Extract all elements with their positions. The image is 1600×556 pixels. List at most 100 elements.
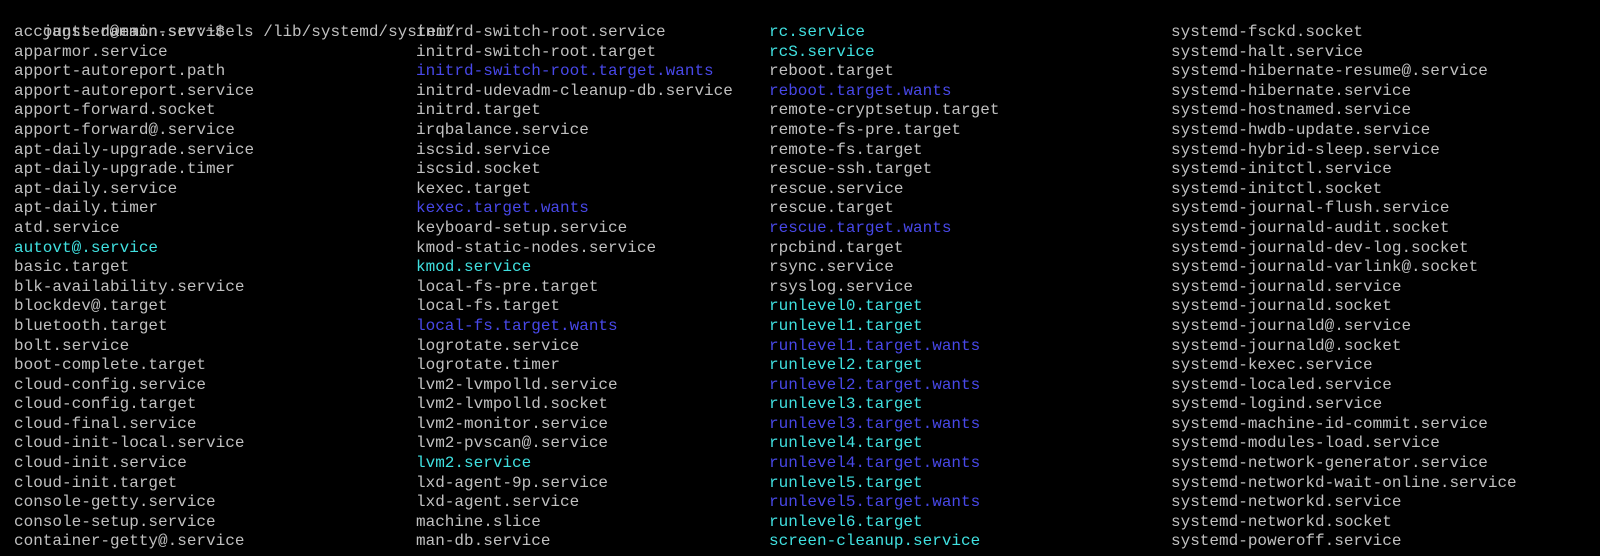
file-entry: lxd-agent.service [416,493,580,512]
file-entry: apport-forward.socket [14,101,216,120]
file-entry: systemd-poweroff.service [1171,532,1402,551]
file-entry: systemd-journald-varlink@.socket [1171,258,1479,277]
directory-entry: rescue.target.wants [769,218,952,237]
symlink-entry: kmod.service [416,258,532,277]
symlink-entry: runlevel4.target [769,434,923,453]
file-entry: console-getty.service [14,493,216,512]
file-entry: cloud-init-local.service [14,434,245,453]
file-entry: systemd-halt.service [1171,42,1364,61]
file-entry: console-setup.service [14,512,216,531]
file-entry: remote-cryptsetup.target [769,101,1000,120]
symlink-entry: autovt@.service [14,238,159,257]
file-entry: blockdev@.target [14,297,168,316]
file-entry: systemd-journald-audit.socket [1171,218,1450,237]
file-entry: cloud-config.service [14,375,207,394]
file-entry: systemd-hostnamed.service [1171,101,1412,120]
file-entry: rescue.target [769,199,894,218]
file-entry: rescue.service [769,179,904,198]
file-entry: systemd-journald.service [1171,277,1402,296]
directory-entry: local-fs.target.wants [416,316,618,335]
file-entry: cloud-init.service [14,454,187,473]
file-entry: systemd-logind.service [1171,395,1383,414]
file-entry: local-fs.target [416,297,561,316]
file-entry: container-getty@.service [14,532,245,551]
file-entry: kmod-static-nodes.service [416,238,657,257]
file-entry: iscsid.service [416,140,551,159]
file-entry: systemd-networkd.socket [1171,512,1392,531]
file-entry: apport-forward@.service [14,120,235,139]
file-entry: lxd-agent-9p.service [416,473,609,492]
symlink-entry: rc.service [769,23,866,41]
file-entry: boot-complete.target [14,356,207,375]
symlink-entry: rcS.service [769,42,875,61]
file-entry: reboot.target [769,62,894,81]
symlink-entry: runlevel6.target [769,512,923,531]
file-entry: systemd-journald.socket [1171,297,1392,316]
file-entry: systemd-hybrid-sleep.service [1171,140,1440,159]
file-entry: apt-daily.timer [14,199,159,218]
file-entry: iscsid.socket [416,160,541,179]
file-entry: kexec.target [416,179,532,198]
directory-entry: initrd-switch-root.target.wants [416,62,714,81]
listing-column-2: initrd-switch-root.service initrd-switch-… [416,23,733,552]
directory-entry: runlevel1.target.wants [769,336,981,355]
command-line: jagster@main-srv:~$ ls /lib/systemd/syst… [4,3,455,41]
file-entry: apt-daily-upgrade.timer [14,160,235,179]
file-entry: bolt.service [14,336,130,355]
file-entry: logrotate.service [416,336,580,355]
listing-column-1: accounts-daemon.service apparmor.service a… [14,23,254,552]
symlink-entry: runlevel3.target [769,395,923,414]
file-entry: logrotate.timer [416,356,561,375]
symlink-entry: runlevel5.target [769,473,923,492]
file-entry: initrd-switch-root.service [416,23,666,41]
file-entry: local-fs-pre.target [416,277,599,296]
directory-entry: runlevel2.target.wants [769,375,981,394]
directory-entry: runlevel4.target.wants [769,454,981,473]
file-entry: blk-availability.service [14,277,245,296]
file-entry: remote-fs.target [769,140,923,159]
file-entry: systemd-initctl.service [1171,160,1392,179]
file-entry: apt-daily-upgrade.service [14,140,255,159]
directory-entry: runlevel5.target.wants [769,493,981,512]
file-entry: atd.service [14,218,120,237]
file-entry: systemd-journald@.service [1171,316,1412,335]
symlink-entry: runlevel0.target [769,297,923,316]
file-entry: rsyslog.service [769,277,914,296]
file-entry: systemd-journal-flush.service [1171,199,1450,218]
listing-column-4: systemd-fsckd.socket systemd-halt.service… [1171,23,1517,552]
file-entry: apport-autoreport.service [14,81,255,100]
symlink-entry: runlevel1.target [769,316,923,335]
file-entry: systemd-network-generator.service [1171,454,1488,473]
terminal-window[interactable]: jagster@main-srv:~$ ls /lib/systemd/syst… [0,0,1600,556]
file-entry: systemd-hibernate.service [1171,81,1412,100]
file-entry: systemd-initctl.socket [1171,179,1383,198]
file-entry: systemd-modules-load.service [1171,434,1440,453]
file-entry: systemd-networkd-wait-online.service [1171,473,1517,492]
directory-entry: runlevel3.target.wants [769,414,981,433]
file-entry: systemd-localed.service [1171,375,1392,394]
file-entry: cloud-final.service [14,414,197,433]
file-entry: systemd-journald@.socket [1171,336,1402,355]
file-entry: lvm2-pvscan@.service [416,434,609,453]
file-entry: rpcbind.target [769,238,904,257]
file-entry: irqbalance.service [416,120,589,139]
file-entry: accounts-daemon.service [14,23,235,41]
file-entry: basic.target [14,258,130,277]
file-entry: cloud-config.target [14,395,197,414]
symlink-entry: lvm2.service [416,454,532,473]
file-entry: apt-daily.service [14,179,178,198]
directory-entry: kexec.target.wants [416,199,589,218]
file-entry: machine.slice [416,512,541,531]
file-entry: apparmor.service [14,42,168,61]
file-entry: systemd-hibernate-resume@.service [1171,62,1488,81]
file-entry: initrd.target [416,101,541,120]
file-entry: remote-fs-pre.target [769,120,962,139]
listing-column-3: rc.service rcS.service reboot.target reboot… [769,23,999,552]
file-entry: keyboard-setup.service [416,218,628,237]
file-entry: rescue-ssh.target [769,160,933,179]
file-entry: systemd-hwdb-update.service [1171,120,1431,139]
file-entry: systemd-networkd.service [1171,493,1402,512]
file-entry: initrd-switch-root.target [416,42,657,61]
file-entry: systemd-journald-dev-log.socket [1171,238,1469,257]
file-entry: systemd-machine-id-commit.service [1171,414,1488,433]
